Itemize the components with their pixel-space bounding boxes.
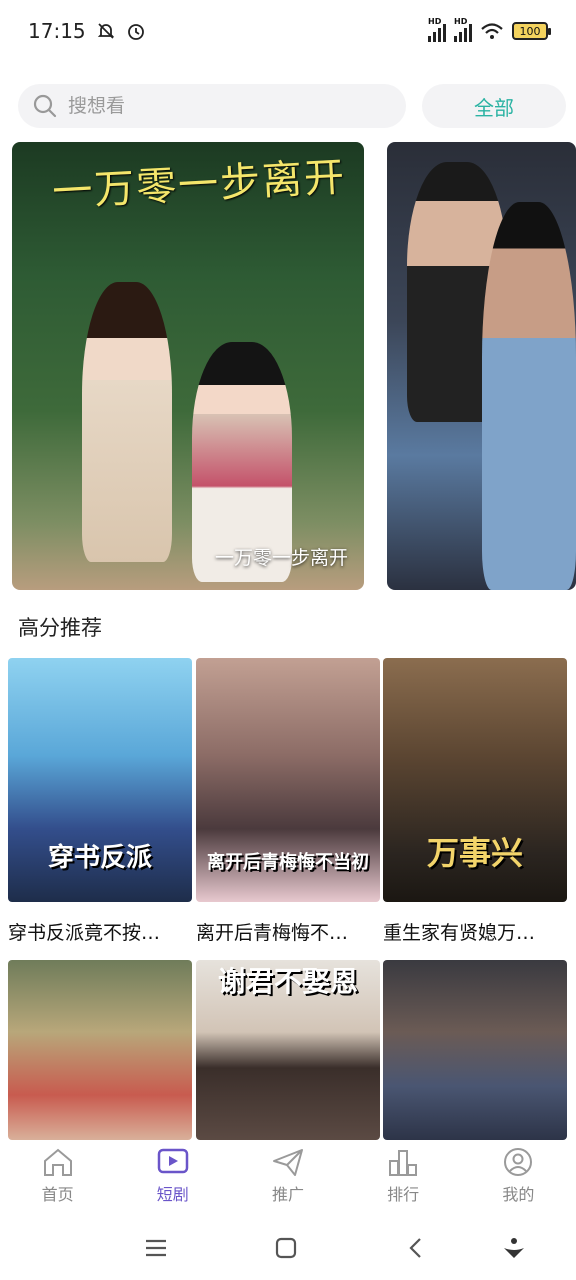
banner-side[interactable] <box>387 142 576 590</box>
drama-card[interactable] <box>8 960 192 1140</box>
profile-icon <box>504 1148 533 1176</box>
drama-card[interactable]: 穿书反派 穿书反派竟不按… <box>8 658 192 945</box>
banner-title-art: 一万零一步离开 <box>51 154 348 216</box>
send-icon <box>272 1149 303 1176</box>
drama-poster <box>8 960 192 1140</box>
drama-poster: 谢君不娶恩 <box>196 960 380 1140</box>
signal-icon-2: HD <box>454 17 472 42</box>
drama-card[interactable]: 离开后青梅悔不当初 离开后青梅悔不… <box>196 658 380 945</box>
all-button[interactable]: 全部 <box>422 84 566 128</box>
nav-label: 短剧 <box>156 1185 189 1204</box>
man-figure <box>82 282 172 562</box>
battery-icon: 100 <box>512 22 551 40</box>
drama-title: 重生家有贤媳万… <box>383 922 536 944</box>
home-icon <box>43 1148 72 1176</box>
banner-caption: 一万零一步离开 <box>214 547 348 569</box>
drama-title: 穿书反派竟不按… <box>8 922 161 944</box>
drama-card[interactable]: 万事兴 重生家有贤媳万… <box>383 658 567 945</box>
status-bar: 17:15 HD HD 100 <box>0 0 576 62</box>
drama-poster: 万事兴 <box>383 658 567 902</box>
search-input[interactable] <box>68 95 368 117</box>
search-icon <box>33 94 57 118</box>
alarm-icon <box>127 24 144 40</box>
poster-text: 万事兴 <box>426 834 523 872</box>
poster-text: 谢君不娶恩 <box>217 965 358 998</box>
nav-profile[interactable]: 我的 <box>468 1147 568 1205</box>
section-title: 高分推荐 <box>18 616 102 640</box>
home-square-icon[interactable] <box>270 1232 302 1264</box>
nav-label: 首页 <box>41 1185 74 1204</box>
nav-shorts[interactable]: 短剧 <box>123 1147 223 1205</box>
drama-card[interactable] <box>383 960 567 1140</box>
drama-card[interactable]: 谢君不娶恩 <box>196 960 380 1140</box>
ranking-icon <box>389 1150 418 1176</box>
mute-bell-icon <box>97 23 114 39</box>
banner-main[interactable]: 一万零一步离开 一万零一步离开 <box>12 142 364 590</box>
signal-icon: HD <box>428 17 446 42</box>
nav-label: 推广 <box>271 1185 304 1204</box>
nav-label: 排行 <box>387 1185 420 1204</box>
drama-title: 离开后青梅悔不… <box>196 922 349 944</box>
play-icon <box>157 1148 189 1174</box>
drama-poster <box>383 960 567 1140</box>
system-nav-bar <box>0 1214 576 1280</box>
nav-ranking[interactable]: 排行 <box>353 1147 453 1205</box>
nav-promote[interactable]: 推广 <box>238 1147 338 1205</box>
assistant-icon[interactable] <box>498 1232 530 1264</box>
wifi-icon <box>481 23 503 39</box>
bottom-nav: 首页 短剧 推广 排行 我的 <box>0 1140 576 1212</box>
status-left: 17:15 <box>28 19 146 43</box>
poster-text: 穿书反派 <box>47 843 152 873</box>
drama-poster: 离开后青梅悔不当初 <box>196 658 380 902</box>
clock: 17:15 <box>28 19 86 43</box>
nav-label: 我的 <box>502 1185 535 1204</box>
status-right: HD HD 100 <box>428 17 551 42</box>
drama-poster: 穿书反派 <box>8 658 192 902</box>
search-bar[interactable] <box>18 84 406 128</box>
menu-icon[interactable] <box>140 1232 172 1264</box>
man-figure-2 <box>482 202 576 590</box>
poster-text: 离开后青梅悔不当初 <box>207 852 369 873</box>
nav-home[interactable]: 首页 <box>8 1147 108 1205</box>
back-icon[interactable] <box>400 1232 432 1264</box>
